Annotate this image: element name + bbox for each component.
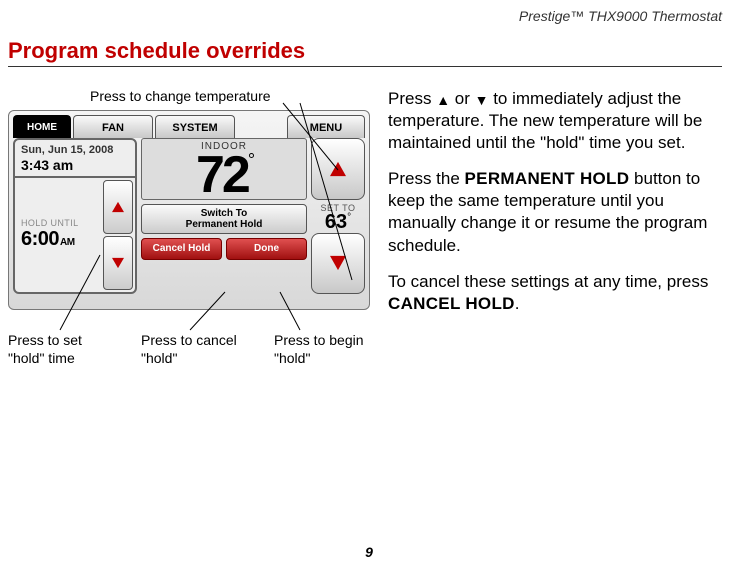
- hold-time-value: 6:00AM: [21, 228, 103, 251]
- done-button[interactable]: Done: [226, 238, 307, 260]
- tab-home[interactable]: HOME: [13, 115, 71, 138]
- callout-cancel-hold: Press to cancel "hold": [141, 332, 246, 367]
- temp-down-button[interactable]: [311, 233, 365, 295]
- callout-change-temp: Press to change temperature: [90, 88, 271, 104]
- indoor-temp: 72°: [142, 152, 306, 199]
- set-to-temp: 63°: [311, 213, 365, 231]
- callout-set-hold-time: Press to set "hold" time: [8, 332, 113, 367]
- hold-time-up-button[interactable]: [103, 180, 133, 234]
- triangle-down-icon: ▼: [475, 91, 489, 109]
- page-number: 9: [0, 544, 738, 560]
- cancel-hold-button[interactable]: Cancel Hold: [141, 238, 222, 260]
- hold-until-label: HOLD UNTIL: [21, 218, 103, 228]
- body-text: Press ▲ or ▼ to immediately adjust the t…: [388, 88, 722, 329]
- page-title: Program schedule overrides: [8, 38, 305, 64]
- switch-perm-hold-button[interactable]: Switch To Permanent Hold: [141, 204, 307, 234]
- keycap-cancel-hold: CANCEL HOLD: [388, 294, 515, 313]
- triangle-up-icon: ▲: [436, 91, 450, 109]
- header-product: Prestige™ THX9000 Thermostat: [519, 8, 722, 24]
- thermostat-diagram: HOME FAN SYSTEM MENU Sun, Jun 15, 2008 3…: [8, 110, 370, 310]
- tab-fan[interactable]: FAN: [73, 115, 153, 138]
- time-text: 3:43 am: [21, 157, 129, 174]
- hold-time-down-button[interactable]: [103, 236, 133, 290]
- date-text: Sun, Jun 15, 2008: [21, 144, 129, 157]
- temp-up-button[interactable]: [311, 138, 365, 200]
- tab-system[interactable]: SYSTEM: [155, 115, 235, 138]
- callout-begin-hold: Press to begin "hold": [274, 332, 379, 367]
- keycap-permanent-hold: PERMANENT HOLD: [465, 169, 630, 188]
- tab-menu[interactable]: MENU: [287, 115, 365, 138]
- divider: [8, 66, 722, 67]
